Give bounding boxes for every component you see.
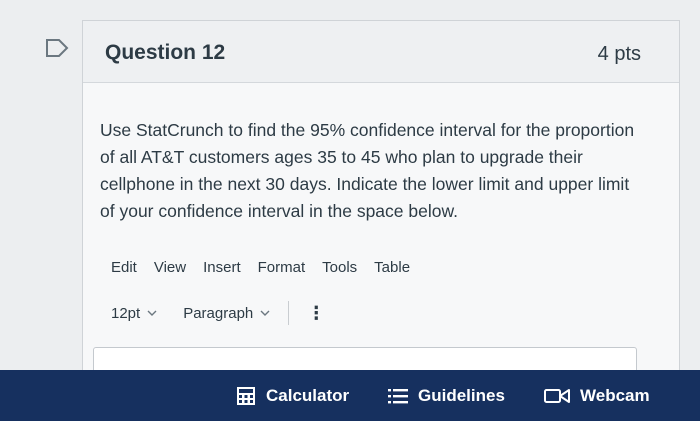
guidelines-label: Guidelines xyxy=(418,385,505,405)
more-options-icon[interactable]: ⋮ xyxy=(307,304,325,322)
question-points: 4 pts xyxy=(597,43,641,65)
toolbar-divider xyxy=(288,301,290,325)
bottom-toolbar: Calculator Guidelines Webcam xyxy=(0,370,700,421)
webcam-button[interactable]: Webcam xyxy=(544,370,650,421)
calculator-label: Calculator xyxy=(266,385,350,405)
flag-question-icon[interactable] xyxy=(44,38,70,58)
list-icon xyxy=(388,387,408,405)
menu-edit[interactable]: Edit xyxy=(111,259,137,276)
chevron-down-icon xyxy=(147,310,157,316)
menu-insert[interactable]: Insert xyxy=(203,259,241,276)
webcam-label: Webcam xyxy=(580,385,650,405)
menu-tools[interactable]: Tools xyxy=(322,259,357,276)
editor-menubar: Edit View Insert Format Tools Table xyxy=(111,259,427,276)
font-size-value: 12pt xyxy=(111,304,141,322)
question-title: Question 12 xyxy=(105,41,226,64)
question-text: Use StatCrunch to find the 95% confidenc… xyxy=(100,120,635,221)
question-header: Question 12 4 pts xyxy=(83,21,679,83)
video-camera-icon xyxy=(544,388,570,404)
font-size-dropdown[interactable]: 12pt xyxy=(111,305,157,322)
calculator-button[interactable]: Calculator xyxy=(236,370,349,421)
block-format-value: Paragraph xyxy=(183,304,254,322)
calculator-icon xyxy=(236,386,256,406)
menu-format[interactable]: Format xyxy=(258,259,306,276)
question-card: Question 12 4 pts Use StatCrunch to find… xyxy=(82,20,680,387)
guidelines-button[interactable]: Guidelines xyxy=(388,370,505,421)
chevron-down-icon xyxy=(260,310,270,316)
block-format-dropdown[interactable]: Paragraph xyxy=(183,305,270,322)
menu-table[interactable]: Table xyxy=(374,259,410,276)
menu-view[interactable]: View xyxy=(154,259,186,276)
editor-toolbar: 12pt Paragraph ⋮ xyxy=(111,301,325,325)
